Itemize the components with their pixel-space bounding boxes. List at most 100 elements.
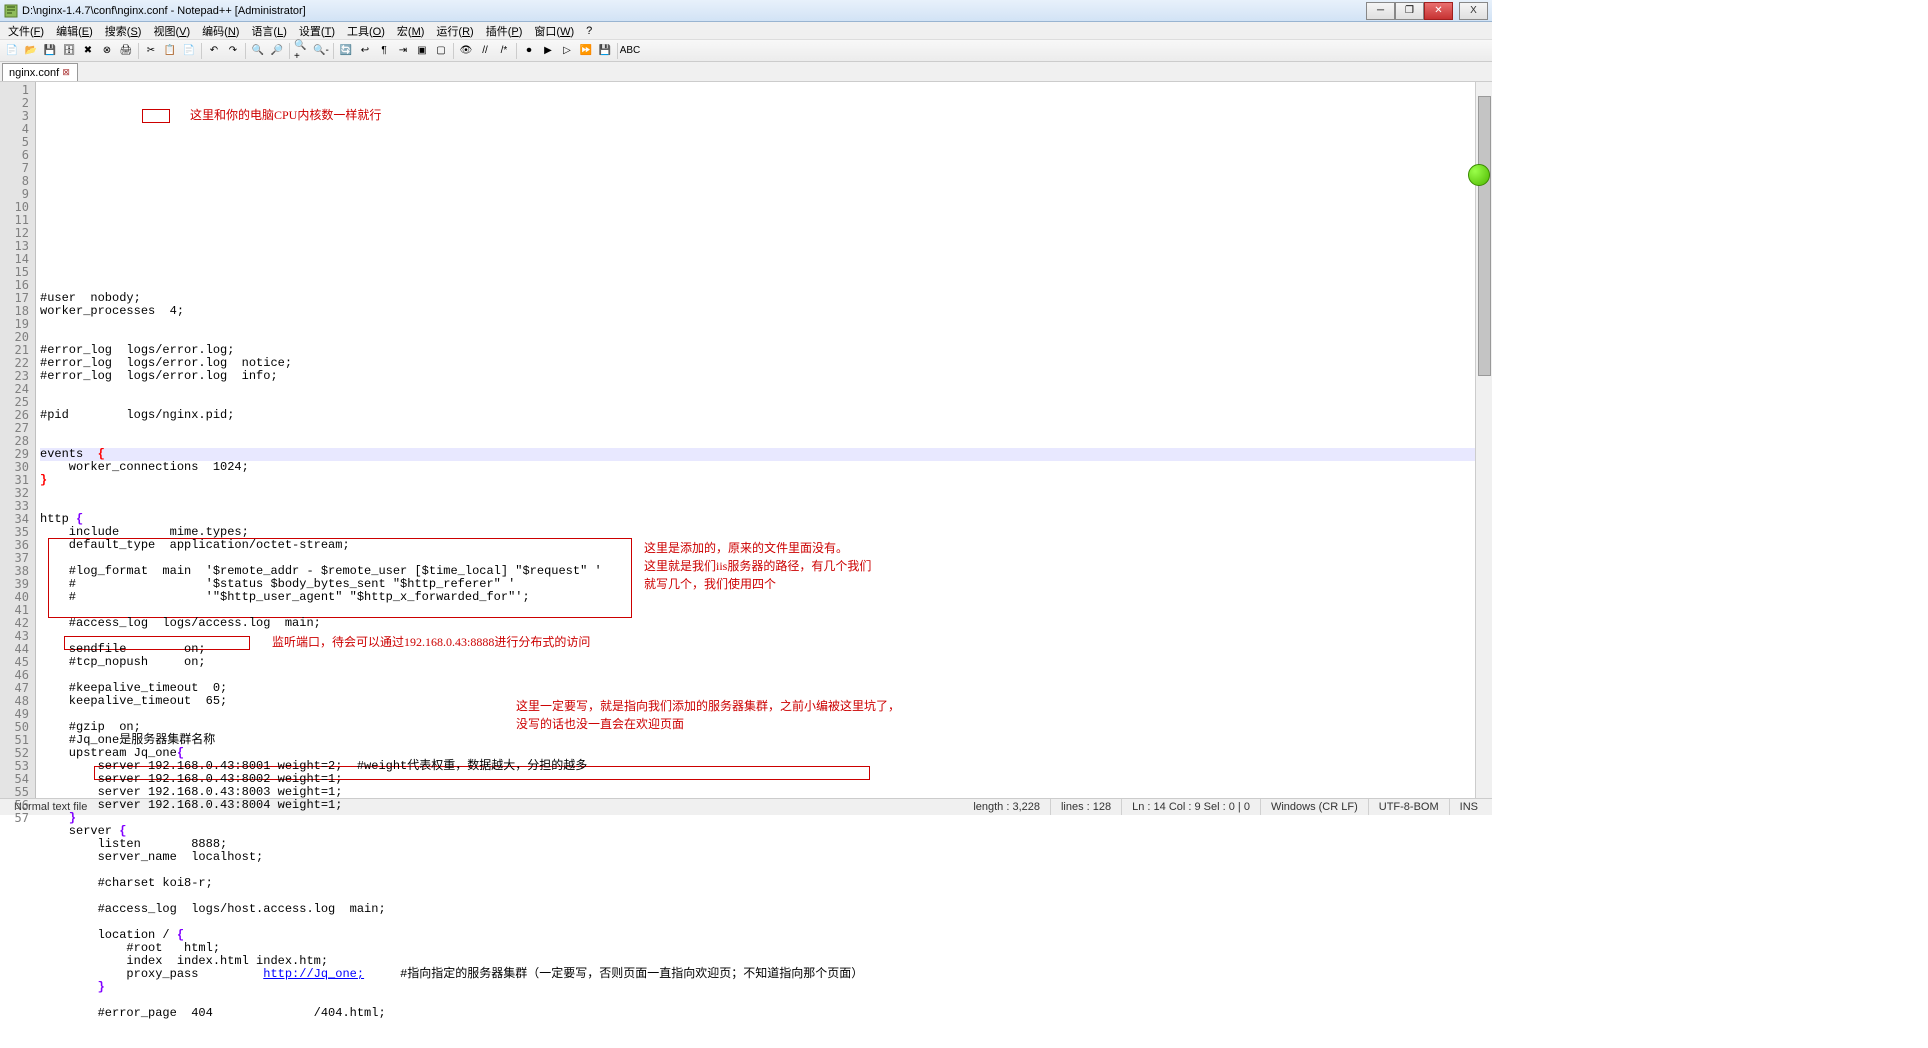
maximize-button[interactable]: ❐ [1395, 2, 1424, 20]
menu-e[interactable]: 编辑(E) [50, 22, 99, 40]
menu-w[interactable]: 窗口(W) [528, 22, 580, 40]
sync-icon[interactable]: 🔄 [337, 42, 355, 60]
unfold-icon[interactable]: ▢ [432, 42, 450, 60]
indent-icon[interactable]: ⇥ [394, 42, 412, 60]
menu-n[interactable]: 编码(N) [196, 22, 245, 40]
paste-icon[interactable]: 📄 [180, 42, 198, 60]
spellcheck-icon[interactable]: ABC [621, 42, 639, 60]
file-tab[interactable]: nginx.conf ⊠ [2, 63, 78, 81]
code-line[interactable]: sendfile on; [40, 643, 1488, 656]
menu-l[interactable]: 语言(L) [245, 22, 292, 40]
code-line[interactable] [40, 487, 1488, 500]
code-line[interactable] [40, 318, 1488, 331]
code-line[interactable] [40, 396, 1488, 409]
close-button[interactable]: ✕ [1424, 2, 1453, 20]
code-line[interactable]: location / { [40, 929, 1488, 942]
code-line[interactable]: events { [40, 448, 1488, 461]
menu-[interactable]: ? [580, 24, 598, 38]
code-line[interactable] [40, 331, 1488, 344]
code-line[interactable]: #error_log logs/error.log info; [40, 370, 1488, 383]
code-line[interactable] [40, 916, 1488, 929]
code-line[interactable]: #pid logs/nginx.pid; [40, 409, 1488, 422]
new-icon[interactable]: 📄 [3, 42, 21, 60]
copy-icon[interactable]: 📋 [161, 42, 179, 60]
code-line[interactable]: proxy_pass http://Jq_one; #指向指定的服务器集群（一定… [40, 968, 1488, 981]
all-chars-icon[interactable]: ¶ [375, 42, 393, 60]
menu-m[interactable]: 宏(M) [391, 22, 431, 40]
editor[interactable]: 1234567891011121314151617181920212223242… [0, 82, 1492, 798]
code-line[interactable]: #user nobody; [40, 292, 1488, 305]
comment-icon[interactable]: // [476, 42, 494, 60]
code-line[interactable] [40, 435, 1488, 448]
code-line[interactable] [40, 669, 1488, 682]
code-line[interactable]: keepalive_timeout 65; [40, 695, 1488, 708]
play1-icon[interactable]: ▷ [558, 42, 576, 60]
vertical-scrollbar[interactable] [1475, 82, 1492, 798]
code-line[interactable]: } [40, 474, 1488, 487]
code-line[interactable] [40, 279, 1488, 292]
highlight-box-cpu [142, 109, 170, 123]
code-line[interactable]: #access_log logs/host.access.log main; [40, 903, 1488, 916]
code-line[interactable] [40, 383, 1488, 396]
code-line[interactable]: # '"$http_user_agent" "$http_x_forwarded… [40, 591, 1488, 604]
play-icon[interactable]: ▶ [539, 42, 557, 60]
code-line[interactable]: #gzip on; [40, 721, 1488, 734]
code-line[interactable]: #access_log logs/access.log main; [40, 617, 1488, 630]
window-title: D:\nginx-1.4.7\conf\nginx.conf - Notepad… [22, 5, 1366, 17]
wrap-icon[interactable]: ↩ [356, 42, 374, 60]
code-line[interactable]: worker_connections 1024; [40, 461, 1488, 474]
menu-s[interactable]: 搜索(S) [99, 22, 148, 40]
code-line[interactable]: #keepalive_timeout 0; [40, 682, 1488, 695]
find-icon[interactable]: 🔍 [249, 42, 267, 60]
fold-icon[interactable]: ▣ [413, 42, 431, 60]
code-line[interactable] [40, 422, 1488, 435]
code-line[interactable] [40, 630, 1488, 643]
line-gutter: 1234567891011121314151617181920212223242… [0, 82, 36, 798]
secondary-close-button[interactable]: X [1459, 2, 1488, 20]
save-all-icon[interactable]: 🗄 [60, 42, 78, 60]
menu-r[interactable]: 运行(R) [430, 22, 479, 40]
zoom-out-icon[interactable]: 🔍- [312, 42, 330, 60]
play-multi-icon[interactable]: ⏩ [577, 42, 595, 60]
minimize-button[interactable]: ─ [1366, 2, 1395, 20]
code-line[interactable]: #error_page 404 /404.html; [40, 1007, 1488, 1020]
app-icon [4, 4, 18, 18]
code-line[interactable]: #charset koi8-r; [40, 877, 1488, 890]
code-line[interactable]: #Jq_one是服务器集群名称 [40, 734, 1488, 747]
undo-icon[interactable]: ↶ [205, 42, 223, 60]
menu-t[interactable]: 设置(T) [293, 22, 341, 40]
code-line[interactable]: server_name localhost; [40, 851, 1488, 864]
zoom-in-icon[interactable]: 🔍+ [293, 42, 311, 60]
close-all-icon[interactable]: ⊗ [98, 42, 116, 60]
code-line[interactable] [40, 708, 1488, 721]
open-icon[interactable]: 📂 [22, 42, 40, 60]
code-line[interactable] [40, 500, 1488, 513]
replace-icon[interactable]: 🔎 [268, 42, 286, 60]
code-area[interactable]: 这里和你的电脑CPU内核数一样就行 这里是添加的，原来的文件里面没有。 这里就是… [36, 82, 1492, 798]
cut-icon[interactable]: ✂ [142, 42, 160, 60]
code-line[interactable]: worker_processes 4; [40, 305, 1488, 318]
menu-v[interactable]: 视图(V) [147, 22, 196, 40]
code-line[interactable]: } [40, 812, 1488, 825]
uncomment-icon[interactable]: /* [495, 42, 513, 60]
code-line[interactable]: http { [40, 513, 1488, 526]
rec-icon[interactable]: ⏺ [520, 42, 538, 60]
code-line[interactable]: server { [40, 825, 1488, 838]
code-line[interactable]: server 192.168.0.43:8004 weight=1; [40, 799, 1488, 812]
tab-close-icon[interactable]: ⊠ [61, 68, 71, 78]
print-icon[interactable]: 🖨 [117, 42, 135, 60]
annotation-cpu: 这里和你的电脑CPU内核数一样就行 [190, 109, 381, 122]
close-icon[interactable]: ✖ [79, 42, 97, 60]
save-icon[interactable]: 💾 [41, 42, 59, 60]
code-line[interactable]: #tcp_nopush on; [40, 656, 1488, 669]
scrollbar-thumb[interactable] [1478, 96, 1491, 376]
redo-icon[interactable]: ↷ [224, 42, 242, 60]
save-macro-icon[interactable]: 💾 [596, 42, 614, 60]
hidden-icon[interactable]: 👁 [457, 42, 475, 60]
code-line[interactable]: } [40, 981, 1488, 994]
menu-p[interactable]: 插件(P) [480, 22, 529, 40]
menu-f[interactable]: 文件(F) [2, 22, 50, 40]
menu-o[interactable]: 工具(O) [341, 22, 391, 40]
code-line[interactable]: default_type application/octet-stream; [40, 539, 1488, 552]
code-line[interactable] [40, 864, 1488, 877]
